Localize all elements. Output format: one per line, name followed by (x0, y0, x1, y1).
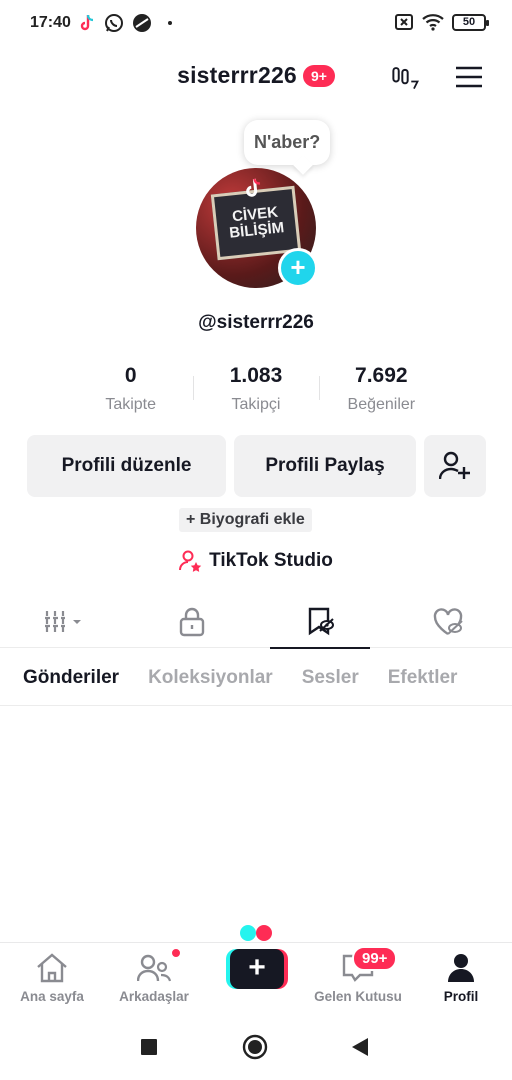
hamburger-menu-icon (456, 66, 482, 88)
nav-friends-icon-wrap (104, 943, 204, 983)
share-profile-button[interactable]: Profili Paylaş (234, 435, 416, 497)
add-user-icon (439, 451, 470, 480)
add-friend-button[interactable] (424, 435, 486, 497)
stat-followers[interactable]: 1.083 Takipçi (193, 360, 318, 420)
tab-posts[interactable]: Gönderiler (23, 667, 119, 689)
nav-profile-icon-wrap (411, 943, 511, 983)
grid-icon (45, 611, 81, 633)
profile-handle: @sisterrr226 (198, 312, 314, 333)
profile-header: sisterrr226 9+ (0, 52, 512, 102)
back-triangle-icon (352, 1038, 368, 1056)
content-icon-tabs (0, 596, 512, 649)
plus-icon: + (230, 949, 284, 989)
add-bio-button[interactable]: + Biyografi ekle (179, 508, 312, 532)
browser-icon (133, 14, 151, 32)
loading-dot-cyan (240, 925, 256, 941)
friends-notification-dot (170, 947, 182, 959)
avatar-text-line-2: BİLİŞİM (228, 219, 286, 242)
profile-icon (448, 954, 474, 982)
recents-square-icon (141, 1039, 157, 1055)
wifi-icon (422, 14, 444, 31)
nav-friends[interactable]: Arkadaşlar (104, 943, 204, 1013)
tab-sounds[interactable]: Sesler (302, 667, 359, 689)
friends-icon (137, 954, 171, 982)
tab-saved[interactable] (256, 596, 384, 649)
status-bar: 17:40 50 (0, 0, 512, 48)
edit-profile-button[interactable]: Profili düzenle (27, 435, 226, 497)
status-right-icons: 50 (394, 13, 489, 31)
stat-following-value: 0 (124, 364, 137, 387)
menu-button[interactable] (452, 62, 486, 92)
tab-effects[interactable]: Efektler (388, 667, 458, 689)
home-circle-icon (242, 1034, 268, 1060)
stat-likes-label: Beğeniler (347, 396, 416, 413)
avatar-logo: CİVEK BİLİŞİM (210, 178, 302, 261)
nav-inbox-label: Gelen Kutusu (314, 989, 402, 1004)
nav-home-label: Ana sayfa (20, 989, 84, 1004)
tiktok-studio-label: TikTok Studio (209, 550, 333, 571)
stat-following-label: Takipte (105, 396, 157, 413)
tab-collections[interactable]: Koleksiyonlar (148, 667, 273, 689)
content-text-tabs: Gönderiler Koleksiyonlar Sesler Efektler (0, 650, 512, 706)
add-story-button[interactable]: + (278, 248, 318, 288)
whatsapp-icon (105, 14, 123, 32)
footprints-icon (392, 67, 419, 90)
stat-likes-value: 7.692 (355, 364, 408, 387)
system-navigation (0, 1012, 512, 1080)
nav-home[interactable]: Ana sayfa (2, 943, 102, 1013)
nav-profile-label: Profil (443, 989, 479, 1004)
tiktok-logo-icon (246, 178, 261, 197)
home-system-button[interactable] (242, 1034, 268, 1065)
bookmark-icon (308, 607, 335, 636)
tab-videos[interactable] (0, 596, 128, 648)
loading-indicator (240, 925, 272, 941)
tab-liked[interactable] (384, 596, 512, 648)
stat-followers-value: 1.083 (229, 364, 283, 387)
note-bubble[interactable]: N'aber? (244, 120, 331, 165)
tab-private[interactable] (128, 596, 256, 648)
profile-actions: Profili düzenle Profili Paylaş (27, 435, 486, 497)
liked-hidden-icon (433, 608, 463, 636)
nav-profile[interactable]: Profil (411, 943, 511, 1013)
loading-dot-red (256, 925, 272, 941)
notification-badge: 9+ (302, 64, 335, 87)
tiktok-notification-icon (80, 14, 94, 31)
profile-stats: 0 Takipte 1.083 Takipçi 7.692 Beğeniler (68, 360, 444, 420)
avatar-section: N'aber? CİVEK BİLİŞİM + (0, 112, 512, 292)
stat-following[interactable]: 0 Takipte (68, 360, 193, 420)
inbox-badge: 99+ (352, 946, 398, 971)
status-time: 17:40 (30, 14, 71, 31)
footprints-button[interactable] (388, 62, 422, 92)
home-icon (37, 953, 67, 983)
stat-likes[interactable]: 7.692 Beğeniler (318, 360, 444, 420)
stat-followers-label: Takipçi (231, 396, 281, 413)
create-button[interactable]: + (226, 949, 288, 989)
tiktok-studio-link[interactable]: TikTok Studio (0, 550, 512, 572)
username-title: sisterrr226 (177, 62, 297, 88)
status-more-dot (168, 21, 172, 25)
status-left-icons (78, 13, 172, 33)
studio-user-star-icon (179, 550, 202, 572)
battery-indicator: 50 (452, 13, 489, 31)
nav-home-icon-wrap (2, 943, 102, 983)
lock-icon (179, 607, 205, 637)
back-button[interactable] (350, 1037, 370, 1062)
recents-button[interactable] (140, 1038, 158, 1061)
sim-off-icon (395, 14, 413, 30)
account-switcher[interactable]: sisterrr226 9+ (0, 62, 512, 89)
nav-friends-label: Arkadaşlar (119, 989, 189, 1004)
